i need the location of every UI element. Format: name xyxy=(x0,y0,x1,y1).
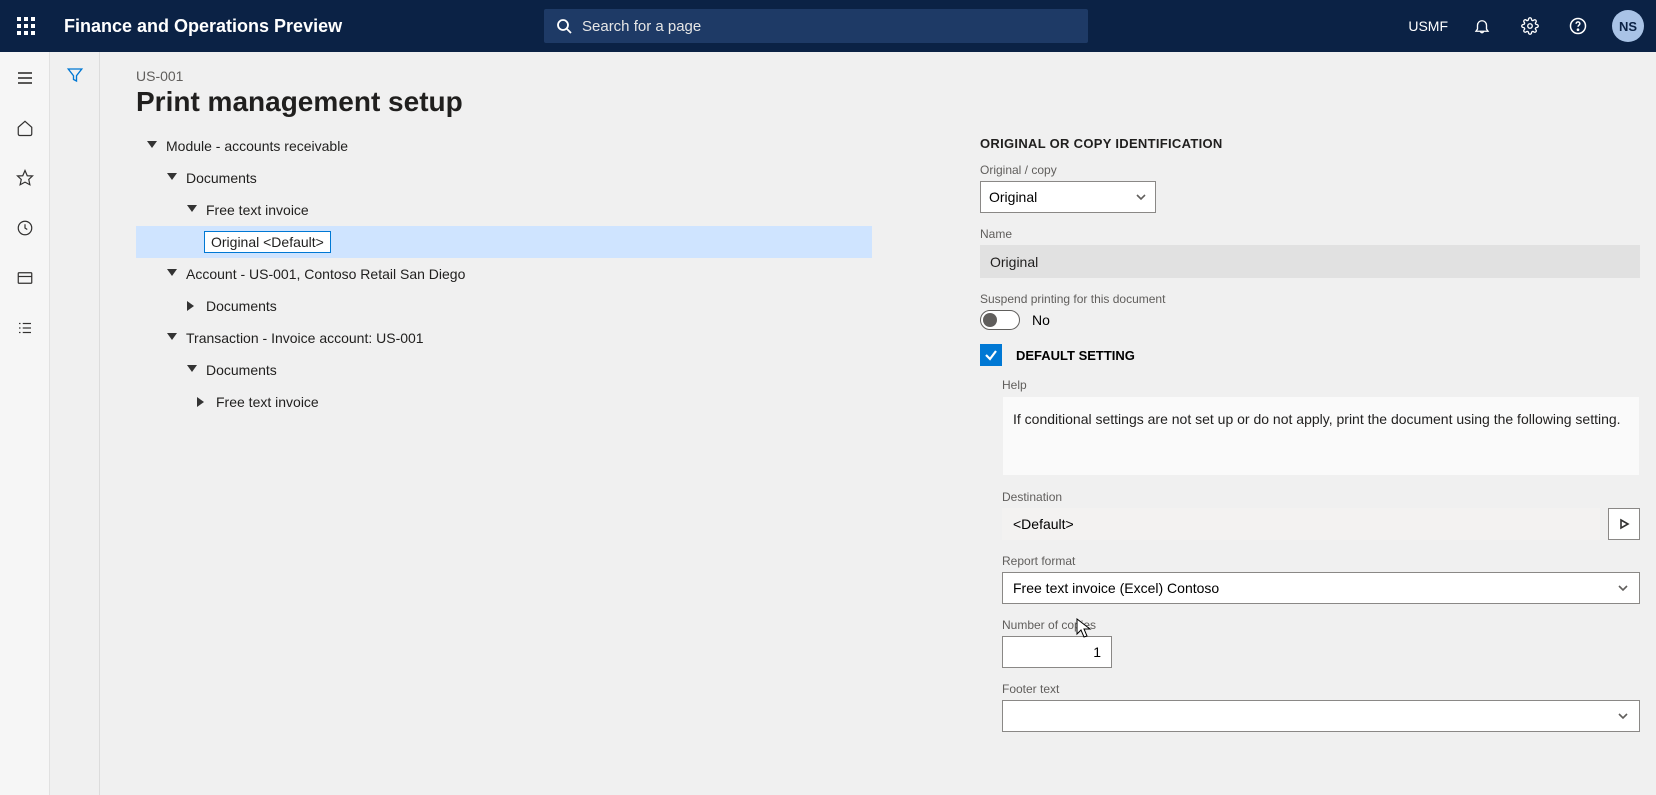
section-identification-title: ORIGINAL OR COPY IDENTIFICATION xyxy=(980,136,1640,151)
help-question-icon[interactable] xyxy=(1564,12,1592,40)
suspend-toggle[interactable] xyxy=(980,310,1020,330)
tree-label: Free text invoice xyxy=(216,394,319,410)
footer-label: Footer text xyxy=(1002,682,1640,696)
name-field: Original xyxy=(980,245,1640,278)
breadcrumb: US-001 xyxy=(136,68,1656,84)
recent-clock-icon[interactable] xyxy=(13,216,37,240)
play-triangle-icon xyxy=(1618,518,1630,530)
original-copy-label: Original / copy xyxy=(980,163,1640,177)
copies-label: Number of copies xyxy=(1002,618,1640,632)
chevron-down-icon xyxy=(1135,191,1147,203)
search-placeholder: Search for a page xyxy=(582,18,701,35)
default-setting-checkbox[interactable] xyxy=(980,344,1002,366)
tree-label-selected: Original <Default> xyxy=(204,231,331,253)
chevron-down-icon xyxy=(1617,710,1629,722)
tree-label: Free text invoice xyxy=(206,202,309,218)
settings-gear-icon[interactable] xyxy=(1516,12,1544,40)
app-title: Finance and Operations Preview xyxy=(64,16,342,37)
destination-configure-button[interactable] xyxy=(1608,508,1640,540)
suspend-label: Suspend printing for this document xyxy=(980,292,1640,306)
collapse-triangle-icon[interactable] xyxy=(164,330,180,346)
workspaces-icon[interactable] xyxy=(13,266,37,290)
content-area: US-001 Print management setup Module - a… xyxy=(100,52,1656,795)
original-copy-value: Original xyxy=(989,189,1037,205)
tree-node-module[interactable]: Module - accounts receivable xyxy=(136,130,872,162)
report-format-label: Report format xyxy=(1002,554,1640,568)
destination-label: Destination xyxy=(1002,490,1640,504)
filter-funnel-icon[interactable] xyxy=(66,66,84,89)
tree-node-original-default[interactable]: Original <Default> xyxy=(136,226,872,258)
page-action-rail xyxy=(50,52,100,795)
search-icon xyxy=(556,18,572,34)
collapse-triangle-icon[interactable] xyxy=(144,138,160,154)
notifications-bell-icon[interactable] xyxy=(1468,12,1496,40)
help-label: Help xyxy=(1002,378,1640,392)
default-setting-row: DEFAULT SETTING xyxy=(980,344,1640,366)
global-search[interactable]: Search for a page xyxy=(544,9,1088,43)
copies-input[interactable]: 1 xyxy=(1002,636,1112,668)
tree-node-trans-free-text[interactable]: Free text invoice xyxy=(136,386,872,418)
hamburger-menu-icon[interactable] xyxy=(13,66,37,90)
favorites-star-icon[interactable] xyxy=(13,166,37,190)
print-management-tree: Module - accounts receivable Documents F… xyxy=(136,130,872,418)
suspend-toggle-state: No xyxy=(1032,312,1050,328)
topbar-right-controls: USMF NS xyxy=(1408,0,1656,52)
collapse-triangle-icon[interactable] xyxy=(184,362,200,378)
collapse-triangle-icon[interactable] xyxy=(164,266,180,282)
tree-node-account[interactable]: Account - US-001, Contoso Retail San Die… xyxy=(136,258,872,290)
collapse-triangle-icon[interactable] xyxy=(184,202,200,218)
destination-field[interactable]: <Default> xyxy=(1002,508,1600,540)
app-launcher-waffle-icon[interactable] xyxy=(0,0,52,52)
default-setting-label: DEFAULT SETTING xyxy=(1016,348,1135,363)
tree-label: Documents xyxy=(186,170,257,186)
name-label: Name xyxy=(980,227,1640,241)
report-format-value: Free text invoice (Excel) Contoso xyxy=(1013,580,1219,596)
company-indicator[interactable]: USMF xyxy=(1408,18,1448,34)
original-copy-select[interactable]: Original xyxy=(980,181,1156,213)
left-nav-rail xyxy=(0,52,50,795)
top-nav-bar: Finance and Operations Preview Search fo… xyxy=(0,0,1656,52)
settings-form: ORIGINAL OR COPY IDENTIFICATION Original… xyxy=(980,136,1640,746)
page-title: Print management setup xyxy=(136,86,1656,118)
report-format-select[interactable]: Free text invoice (Excel) Contoso xyxy=(1002,572,1640,604)
expand-triangle-icon[interactable] xyxy=(184,298,200,314)
footer-text-select[interactable] xyxy=(1002,700,1640,732)
chevron-down-icon xyxy=(1617,582,1629,594)
tree-node-transaction[interactable]: Transaction - Invoice account: US-001 xyxy=(136,322,872,354)
expand-triangle-icon[interactable] xyxy=(194,394,210,410)
tree-label: Module - accounts receivable xyxy=(166,138,348,154)
tree-label: Documents xyxy=(206,362,277,378)
tree-label: Transaction - Invoice account: US-001 xyxy=(186,330,424,346)
help-text-box: If conditional settings are not set up o… xyxy=(1002,396,1640,476)
tree-label: Documents xyxy=(206,298,277,314)
tree-node-free-text-invoice[interactable]: Free text invoice xyxy=(136,194,872,226)
home-icon[interactable] xyxy=(13,116,37,140)
modules-list-icon[interactable] xyxy=(13,316,37,340)
user-avatar[interactable]: NS xyxy=(1612,10,1644,42)
tree-node-account-documents[interactable]: Documents xyxy=(136,290,872,322)
checkmark-icon xyxy=(984,348,998,362)
tree-label: Account - US-001, Contoso Retail San Die… xyxy=(186,266,465,282)
tree-node-trans-documents[interactable]: Documents xyxy=(136,354,872,386)
collapse-triangle-icon[interactable] xyxy=(164,170,180,186)
tree-node-documents[interactable]: Documents xyxy=(136,162,872,194)
